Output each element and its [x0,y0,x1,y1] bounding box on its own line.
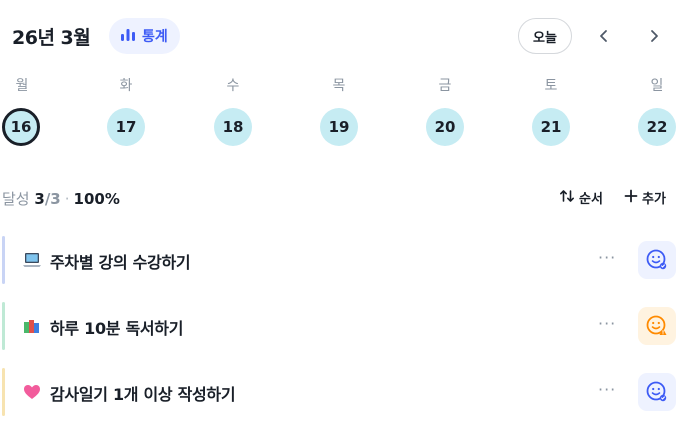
smile-status-icon[interactable] [638,373,676,411]
day-cell[interactable]: 20 [426,108,464,146]
day-cell[interactable]: 17 [107,108,145,146]
day-cell[interactable]: 18 [214,108,252,146]
month-title: 26년 3월 [12,27,91,49]
summary-separator: · [64,190,70,208]
order-button[interactable]: 순서 [559,188,603,207]
day-cell-selected[interactable]: 16 [2,108,40,146]
more-options-icon[interactable]: ··· [598,380,616,399]
smile-status-icon[interactable] [638,307,676,345]
task-item: 감사일기 1개 이상 작성하기 ··· [0,368,694,416]
more-options-icon[interactable]: ··· [598,314,616,333]
task-accent-bar [2,368,5,416]
sort-arrows-icon [559,189,575,207]
laptop-icon [22,250,42,270]
more-options-icon[interactable]: ··· [598,248,616,267]
weekday-label: 목 [332,78,346,94]
weekday-label: 월 [15,78,29,94]
stats-label: 통계 [142,29,168,45]
chevron-left-icon[interactable] [590,22,618,50]
weekday-label: 수 [226,78,240,94]
task-accent-bar [2,236,5,284]
summary-percent: 100% [73,190,120,208]
smile-status-icon[interactable] [638,241,676,279]
task-title[interactable]: 주차별 강의 수강하기 [50,249,191,273]
calendar-header: 26년 3월 통계 오늘 [12,18,682,54]
task-accent-bar [2,302,5,350]
today-button[interactable]: 오늘 [518,18,572,54]
day-cell[interactable]: 19 [320,108,358,146]
stats-button[interactable]: 통계 [109,18,180,54]
day-cell[interactable]: 21 [532,108,570,146]
summary-total: /3 [44,190,61,208]
summary-label: 달성 [2,190,30,208]
add-button[interactable]: 추가 [624,188,666,207]
summary-count: 3 [34,190,45,208]
plus-icon [624,189,638,207]
add-label: 추가 [642,192,666,207]
task-item: 주차별 강의 수강하기 ··· [0,236,694,284]
achievement-summary: 달성 3/3 · 100% [2,188,120,209]
weekday-label: 금 [438,78,452,94]
weekday-label: 화 [119,78,133,94]
day-cell[interactable]: 22 [638,108,676,146]
weekday-label: 일 [650,78,664,94]
bar-chart-icon [120,27,136,46]
task-title[interactable]: 하루 10분 독서하기 [50,315,183,339]
books-icon [22,316,42,336]
task-item: 하루 10분 독서하기 ··· [0,302,694,350]
chevron-right-icon[interactable] [640,22,668,50]
heart-icon [22,382,42,402]
weekday-label: 토 [544,78,558,94]
order-label: 순서 [579,192,603,207]
task-title[interactable]: 감사일기 1개 이상 작성하기 [50,381,236,405]
